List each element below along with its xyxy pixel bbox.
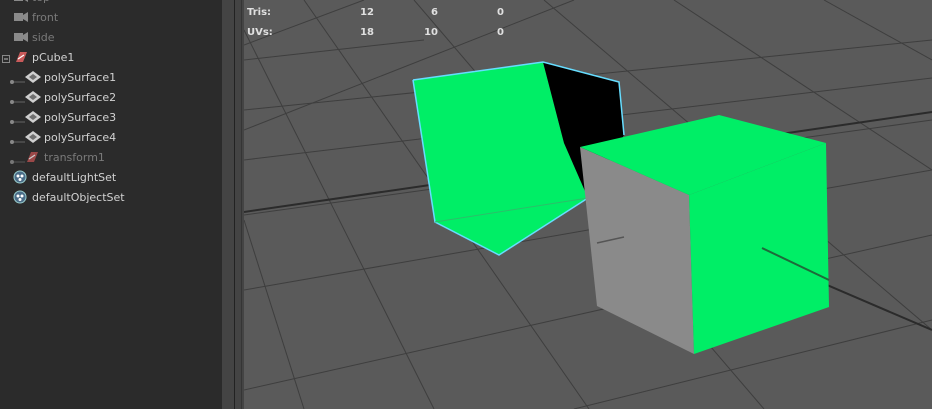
camera-icon [14,12,28,25]
splitter-line [241,0,242,409]
outliner-item-polysurface4[interactable]: polySurface4 [0,128,222,148]
splitter-line [234,0,235,409]
hud-uvs-label: UVs: [247,27,273,38]
camera-icon [14,32,28,45]
outliner-item-label: defaultObjectSet [32,191,125,204]
mesh-icon [25,71,41,86]
hud-tris-value: 12 [360,7,374,18]
set-icon [13,170,27,187]
transform-icon [14,51,28,66]
hud-uvs-value: 0 [497,27,504,38]
outliner-item-defaultlightset[interactable]: defaultLightSet [0,168,222,188]
outliner-item-top[interactable]: top [0,0,222,8]
outliner-item-label: polySurface1 [44,71,117,84]
outliner-item-front[interactable]: front [0,8,222,28]
mesh-icon [25,131,41,146]
outliner-item-side[interactable]: side [0,28,222,48]
tree-dot-icon [9,115,25,128]
outliner-item-label: transform1 [44,151,105,164]
outliner-item-label: defaultLightSet [32,171,117,184]
outliner-item-pcube1[interactable]: pCube1 [0,48,222,68]
outliner-item-polysurface1[interactable]: polySurface1 [0,68,222,88]
outliner-item-label: polySurface4 [44,131,117,144]
hud-tris-label: Tris: [247,7,272,18]
mesh-icon [25,91,41,106]
tree-dot-icon [9,155,25,168]
outliner-item-defaultobjectset[interactable]: defaultObjectSet [0,188,222,208]
camera-icon [14,0,28,5]
hud-tris-value: 6 [431,7,438,18]
cube-mesh[interactable] [580,115,829,354]
outliner-item-label: side [32,31,55,44]
viewport-canvas[interactable] [244,0,932,409]
set-icon [13,190,27,207]
panel-splitter[interactable] [222,0,244,409]
hud-tris-value: 0 [497,7,504,18]
outliner-item-label: top [32,0,50,4]
collapse-icon[interactable] [2,53,10,66]
hud-uvs-value: 10 [424,27,438,38]
outliner-item-label: pCube1 [32,51,75,64]
outliner-item-label: polySurface3 [44,111,117,124]
outliner-item-polysurface2[interactable]: polySurface2 [0,88,222,108]
outliner-item-label: front [32,11,59,24]
outliner-item-transform1[interactable]: transform1 [0,148,222,168]
tree-dot-icon [9,95,25,108]
tree-dot-icon [9,135,25,148]
transform-icon [25,151,39,166]
outliner-item-label: polySurface2 [44,91,117,104]
tree-dot-icon [9,75,25,88]
outliner-item-polysurface3[interactable]: polySurface3 [0,108,222,128]
mesh-icon [25,111,41,126]
viewport-3d[interactable]: Tris: 12 6 0 UVs: 18 10 0 [244,0,932,409]
hud-uvs-value: 18 [360,27,374,38]
outliner-panel: top front side pCube1 polySurface1 [0,0,222,409]
